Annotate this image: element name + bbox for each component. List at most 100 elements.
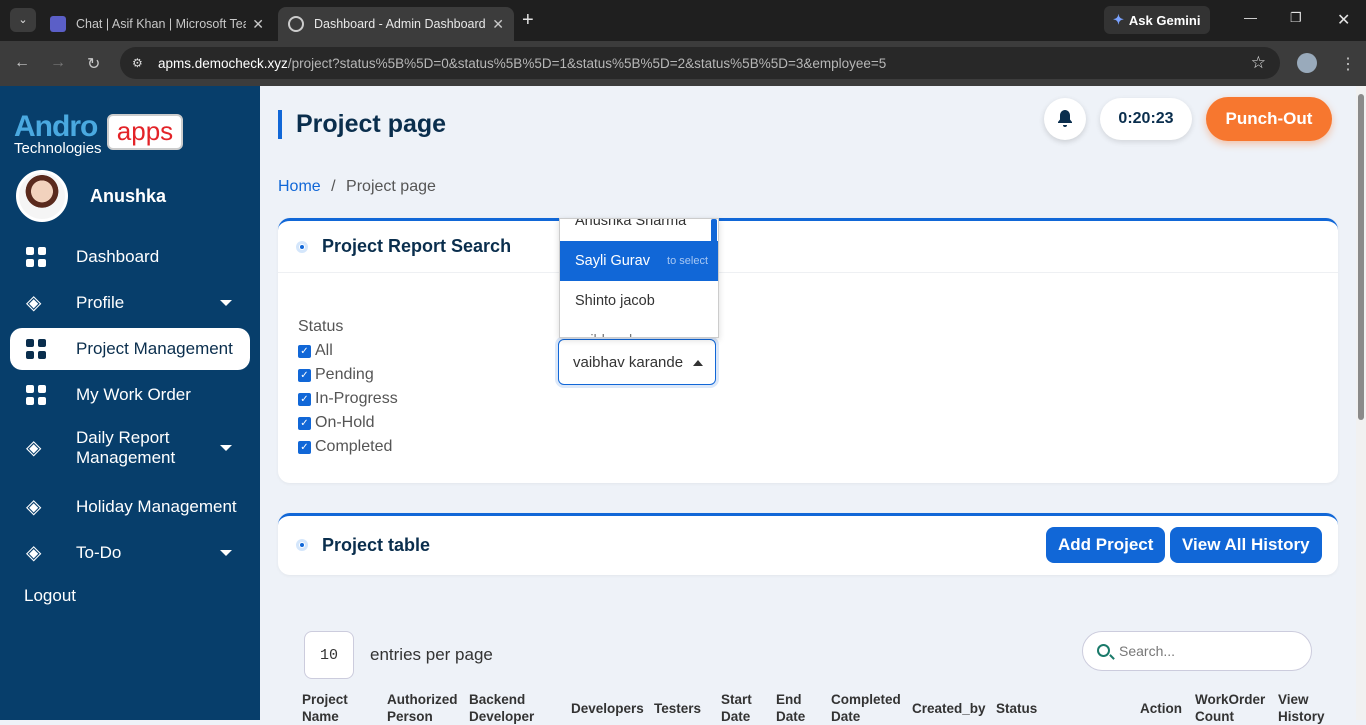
employee-option[interactable]: vaibhav k... [560, 321, 718, 337]
url-field[interactable]: ⚙ apms.democheck.xyz/project?status%5B%5… [120, 47, 1280, 79]
chevron-down-icon [220, 445, 232, 451]
layers-icon: ◈ [26, 292, 42, 314]
tab-title: Chat | Asif Khan | Microsoft Tea [76, 17, 246, 31]
status-checkbox-pending[interactable]: ✓ Pending [298, 366, 374, 384]
checkbox-label: All [315, 342, 333, 359]
sidebar-item-dashboard[interactable]: Dashboard [10, 236, 250, 278]
user-name: Anushka [90, 185, 167, 206]
browser-tab-strip: ⌄ Chat | Asif Khan | Microsoft Tea ✕ Das… [0, 0, 1366, 41]
forward-icon[interactable]: → [50, 54, 66, 72]
logo-andro: Andro [14, 110, 98, 143]
minimize-icon[interactable]: — [1244, 10, 1257, 25]
bell-icon [1058, 110, 1072, 127]
employee-option-highlighted[interactable]: Sayli Gurav to select [560, 241, 718, 281]
checkbox-checked-icon: ✓ [298, 368, 311, 382]
browser-menu-icon[interactable]: ⋮ [1340, 54, 1356, 74]
gemini-icon: ✦ [1113, 12, 1124, 27]
sidebar-item-profile[interactable]: ◈ Profile [10, 282, 250, 324]
checkbox-checked-icon: ✓ [298, 392, 311, 406]
close-tab-icon[interactable]: ✕ [492, 16, 504, 33]
column-header[interactable]: Created_by [912, 700, 986, 717]
sidebar-item-todo[interactable]: ◈ To-Do [10, 532, 250, 574]
search-icon [1097, 644, 1110, 657]
card-header: Project Report Search [278, 221, 1338, 273]
grid-icon [26, 247, 46, 267]
chevron-down-icon [220, 550, 232, 556]
employee-select[interactable]: vaibhav karande [558, 339, 716, 385]
option-hint: to select [667, 255, 708, 267]
close-window-icon[interactable]: ✕ [1337, 10, 1350, 30]
breadcrumb-separator: / [331, 178, 336, 195]
sidebar-item-label: To-Do [76, 543, 122, 562]
status-checkbox-on-hold[interactable]: ✓ On-Hold [298, 414, 375, 432]
add-project-button[interactable]: Add Project [1046, 527, 1166, 563]
reload-icon[interactable]: ↻ [87, 54, 100, 74]
close-tab-icon[interactable]: ✕ [252, 16, 264, 33]
bullet-icon [296, 539, 308, 551]
sidebar-item-label: Holiday Management [76, 497, 237, 516]
checkbox-checked-icon: ✓ [298, 344, 311, 358]
status-checkbox-in-progress[interactable]: ✓ In-Progress [298, 390, 398, 408]
logout-link[interactable]: Logout [24, 586, 76, 606]
profile-avatar-icon[interactable] [1297, 53, 1317, 73]
sidebar-item-label: Dashboard [76, 247, 160, 266]
status-checkbox-completed[interactable]: ✓ Completed [298, 438, 392, 456]
site-info-icon[interactable]: ⚙ [132, 56, 143, 70]
layers-icon: ◈ [26, 437, 42, 459]
view-all-history-button[interactable]: View All History [1170, 527, 1322, 563]
sidebar-item-label: My Work Order [76, 385, 191, 404]
teams-icon [50, 16, 66, 32]
chevron-up-icon [693, 360, 703, 366]
sidebar-item-label: Project Management [76, 339, 233, 358]
sidebar-item-holiday[interactable]: ◈ Holiday Management [10, 486, 250, 528]
layers-icon: ◈ [26, 496, 42, 518]
card-title: Project Report Search [322, 236, 512, 256]
sidebar-item-label: Profile [76, 293, 125, 312]
scrollbar-thumb[interactable] [1358, 94, 1364, 420]
entries-per-page-label: entries per page [370, 645, 493, 664]
chevron-down-icon [220, 300, 232, 306]
new-tab-button[interactable]: + [522, 9, 534, 32]
sidebar-item-daily-report[interactable]: ◈ Daily Report Management [10, 420, 250, 476]
dropdown-scrollbar[interactable] [711, 219, 717, 255]
tab-search-icon[interactable]: ⌄ [10, 8, 36, 32]
project-report-search-card: Project Report Search Status ✓ All ✓ Pendi… [278, 218, 1338, 483]
tab-title: Dashboard - Admin Dashboard [314, 17, 486, 31]
user-profile: Anushka [16, 170, 166, 222]
table-search-input[interactable]: Search... [1082, 631, 1312, 671]
tab-dashboard[interactable]: Dashboard - Admin Dashboard ✕ [278, 7, 514, 41]
employee-dropdown-list: Anushka Sharma Sayli Gurav to select Shi… [559, 218, 719, 338]
employee-option[interactable]: Shinto jacob [560, 281, 718, 321]
column-header[interactable]: Status [996, 700, 1037, 717]
ask-gemini-button[interactable]: ✦ Ask Gemini [1104, 6, 1210, 34]
breadcrumb: Home / Project page [278, 178, 436, 196]
bookmark-star-icon[interactable]: ☆ [1251, 53, 1266, 73]
notifications-button[interactable] [1044, 98, 1086, 140]
page-title: Project page [278, 110, 446, 139]
work-timer: 0:20:23 [1100, 98, 1192, 140]
option-label: Sayli Gurav [575, 253, 650, 269]
maximize-icon[interactable]: ❐ [1290, 10, 1302, 26]
sidebar-item-project-management[interactable]: Project Management [10, 328, 250, 370]
back-icon[interactable]: ← [14, 54, 30, 72]
column-header[interactable]: Testers [654, 700, 701, 717]
card-title: Project table [322, 534, 431, 555]
gemini-label: Ask Gemini [1128, 12, 1201, 28]
search-placeholder: Search... [1119, 643, 1176, 659]
status-label: Status [298, 318, 344, 335]
column-header[interactable]: Developers [571, 700, 644, 717]
breadcrumb-home[interactable]: Home [278, 178, 321, 195]
punch-out-button[interactable]: Punch-Out [1206, 97, 1332, 141]
breadcrumb-current: Project page [346, 178, 436, 195]
page-scrollbar[interactable] [1356, 86, 1366, 720]
sidebar-item-label: Daily Report Management [76, 428, 176, 467]
employee-option[interactable]: Anushka Sharma [560, 219, 718, 241]
column-header[interactable]: Action [1140, 700, 1182, 717]
status-checkbox-all[interactable]: ✓ All [298, 342, 333, 360]
checkbox-checked-icon: ✓ [298, 440, 311, 454]
sidebar-item-my-work-order[interactable]: My Work Order [10, 374, 250, 416]
entries-per-page-select[interactable]: 10 [304, 631, 354, 679]
employee-select-value: vaibhav karande [573, 353, 684, 371]
tab-teams-chat[interactable]: Chat | Asif Khan | Microsoft Tea ✕ [40, 7, 274, 41]
sidebar: Andro apps Technologies Anushka Dashboar… [0, 86, 260, 720]
